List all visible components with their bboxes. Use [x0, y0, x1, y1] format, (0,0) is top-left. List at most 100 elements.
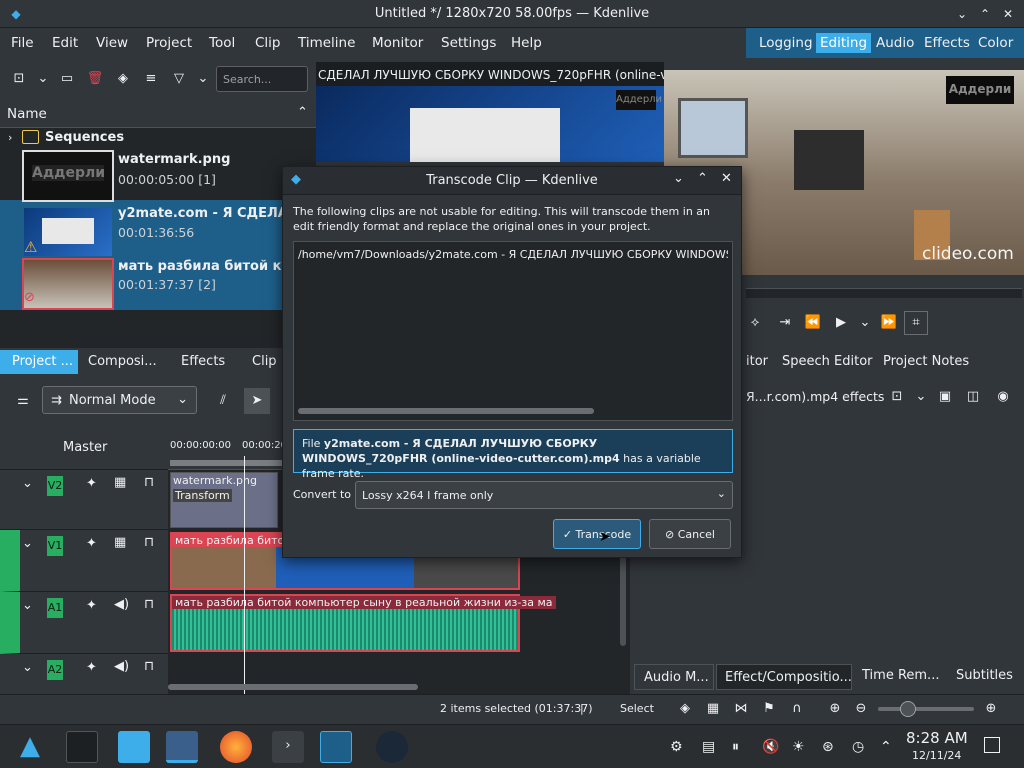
speaker-icon[interactable]: ◀) [114, 659, 129, 674]
tab-project-notes[interactable]: Project Notes [883, 354, 969, 369]
lock-icon[interactable]: ⊓ [144, 535, 154, 550]
tag-icon[interactable]: ◈ [676, 700, 694, 718]
menu-edit[interactable]: Edit [52, 35, 78, 51]
track-name-a1[interactable]: A1 [47, 598, 63, 618]
menu-view[interactable]: View [96, 35, 128, 51]
layout-logging[interactable]: Logging [759, 35, 813, 51]
delete-icon[interactable]: 🗑 [86, 70, 104, 88]
effect-wand-icon[interactable]: ✦ [86, 598, 97, 613]
brightness-icon[interactable]: ☀ [792, 739, 805, 755]
layout-audio[interactable]: Audio [876, 35, 914, 51]
show-desktop-icon[interactable] [984, 737, 1000, 753]
chevron-down-icon[interactable]: ⌄ [22, 536, 33, 551]
chevron-down-icon[interactable]: ⌄ [856, 314, 874, 332]
chevron-down-icon[interactable]: ⌄ [194, 70, 212, 88]
column-name[interactable]: Name [7, 106, 47, 122]
chevron-down-icon[interactable]: ⌄ [34, 70, 52, 88]
close-icon[interactable]: ✕ [721, 171, 732, 186]
chevron-down-icon[interactable]: ⌄ [912, 388, 930, 406]
speaker-icon[interactable]: ◀) [114, 597, 129, 612]
film-icon[interactable]: ▦ [704, 700, 722, 718]
tab-time-remap[interactable]: Time Rem... [862, 668, 939, 683]
minimize-icon[interactable]: ⌄ [954, 6, 970, 22]
file-manager-icon[interactable] [166, 731, 198, 763]
zoom-slider[interactable] [878, 701, 974, 717]
menu-clip[interactable]: Clip [255, 35, 281, 51]
clock-time[interactable]: 8:28 AM [906, 729, 968, 747]
effect-wand-icon[interactable]: ✦ [86, 476, 97, 491]
menu-project[interactable]: Project [146, 35, 192, 51]
flag-icon[interactable]: ⚑ [760, 700, 778, 718]
effect-wand-icon[interactable]: ✦ [86, 536, 97, 551]
layout-editing[interactable]: Editing [816, 33, 872, 53]
chevron-down-icon[interactable]: ⌄ [22, 660, 33, 675]
film-icon[interactable]: ▦ [114, 535, 126, 550]
maximize-icon[interactable]: ⌃ [977, 6, 993, 22]
convert-profile-select[interactable]: Lossy x264 I frame only ⌄ [355, 481, 733, 509]
globe-icon[interactable]: ⊛ [822, 739, 834, 755]
search-input[interactable]: Search... [216, 66, 308, 92]
kdenlive-task-icon[interactable] [320, 731, 352, 763]
steam-icon[interactable] [376, 731, 408, 763]
rewind-icon[interactable]: ⏪ [804, 314, 822, 332]
menu-file[interactable]: File [11, 35, 34, 51]
terminal-icon[interactable]: › [272, 731, 304, 763]
tab-clip[interactable]: Clip [252, 354, 277, 369]
chevron-down-icon[interactable]: ⌄ [22, 476, 33, 491]
eye-icon[interactable]: ◉ [994, 388, 1012, 406]
tab-effect-composition[interactable]: Effect/Compositio... [716, 664, 852, 690]
clock-date[interactable]: 12/11/24 [912, 749, 961, 762]
folder-icon[interactable]: ▭ [58, 70, 76, 88]
track-name-v2[interactable]: V2 [47, 476, 63, 496]
clip-watermark[interactable]: watermark.png Transform [170, 472, 278, 528]
list-view-icon[interactable]: ≡ [142, 70, 160, 88]
fast-forward-icon[interactable]: ⏩ [880, 314, 898, 332]
tag-icon[interactable]: ◈ [114, 70, 132, 88]
tab-project[interactable]: Project ... [0, 350, 78, 374]
menu-timeline[interactable]: Timeline [298, 35, 355, 51]
save-icon[interactable]: ▣ [936, 388, 954, 406]
crop-icon[interactable]: ⌗ [904, 311, 928, 335]
tab-speech-editor[interactable]: Speech Editor [782, 354, 873, 369]
chevron-down-icon[interactable]: ⌄ [22, 598, 33, 613]
system-settings-icon[interactable] [66, 731, 98, 763]
zoom-out-icon[interactable]: ⊖ [852, 700, 870, 718]
clip-list[interactable]: /home/vm7/Downloads/y2mate.com - Я СДЕЛА… [293, 241, 733, 421]
horizontal-scrollbar[interactable] [168, 684, 418, 690]
tab-editor[interactable]: itor [746, 354, 768, 369]
magnet-icon[interactable]: ∩ [788, 700, 806, 718]
tab-audio-mixer[interactable]: Audio M... [634, 664, 714, 690]
tab-subtitles[interactable]: Subtitles [956, 668, 1013, 683]
effect-wand-icon[interactable]: ✦ [86, 660, 97, 675]
clip-thumb-watermark[interactable]: Аддерли [22, 150, 114, 202]
zone-in-icon[interactable]: ⟡ [746, 314, 764, 332]
discover-icon[interactable] [118, 731, 150, 763]
settings-sliders-icon[interactable]: ⚌ [14, 392, 32, 410]
track-name-a2[interactable]: A2 [47, 660, 63, 680]
chevron-up-icon[interactable]: ⌃ [880, 739, 892, 755]
arch-launcher-icon[interactable]: ▲ [20, 731, 40, 761]
zone-out-icon[interactable]: ⇥ [776, 314, 794, 332]
close-icon[interactable]: ✕ [1000, 6, 1016, 22]
chevron-down-icon[interactable]: ⌄ [673, 171, 684, 186]
chevron-up-icon[interactable]: ⌃ [697, 171, 708, 186]
clip-path-item[interactable]: /home/vm7/Downloads/y2mate.com - Я СДЕЛА… [298, 248, 728, 261]
tab-effects[interactable]: Effects [181, 354, 225, 369]
filter-icon[interactable]: ▽ [170, 70, 188, 88]
expand-icon[interactable]: › [8, 131, 12, 144]
menu-monitor[interactable]: Monitor [372, 35, 423, 51]
tab-compositions[interactable]: Composi... [88, 354, 157, 369]
playhead[interactable] [244, 456, 245, 718]
network-icon[interactable]: ⚙ [670, 739, 683, 755]
menu-tool[interactable]: Tool [209, 35, 235, 51]
zoom-slider-handle[interactable] [900, 701, 916, 717]
monitor-ruler[interactable] [746, 288, 1022, 298]
film-icon[interactable]: ▦ [114, 475, 126, 490]
folder-sequences[interactable]: Sequences [45, 130, 124, 145]
lock-icon[interactable]: ⊓ [144, 475, 154, 490]
firefox-icon[interactable] [220, 731, 252, 763]
razor-icon[interactable]: ⫽ [214, 392, 232, 410]
clipboard-icon[interactable]: ▤ [702, 739, 715, 755]
track-name-v1[interactable]: V1 [47, 536, 63, 556]
clip-a1[interactable]: мать разбила битой компьютер сыну в реал… [170, 594, 556, 652]
